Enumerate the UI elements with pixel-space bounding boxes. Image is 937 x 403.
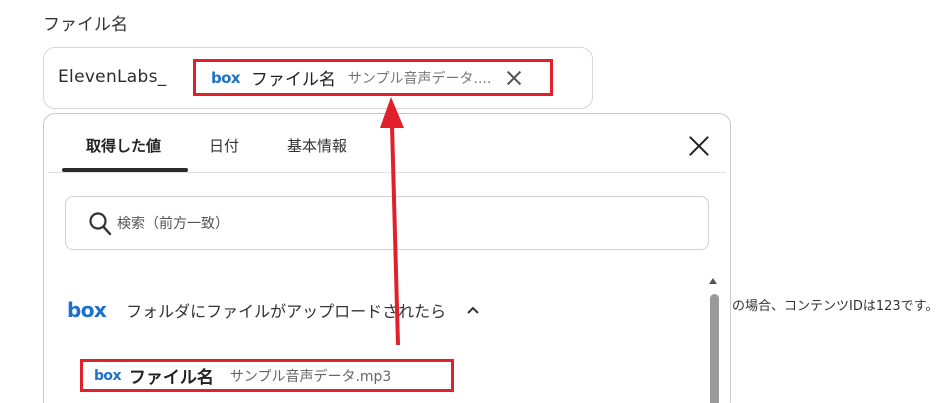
close-icon[interactable] bbox=[688, 135, 710, 157]
group-title: フォルダにファイルがアップロードされたら bbox=[126, 302, 447, 321]
token-value: サンプル音声データ.... bbox=[347, 70, 492, 87]
search-input[interactable]: 検索（前方一致） bbox=[65, 196, 709, 250]
input-prefix-text: ElevenLabs_ bbox=[58, 67, 167, 87]
tab-acquired-values[interactable]: 取得した値 bbox=[86, 135, 161, 156]
field-label: ファイル名 bbox=[43, 15, 128, 35]
search-icon bbox=[89, 212, 112, 236]
list-item[interactable]: box ファイル名 サンプル音声データ.mp3 bbox=[80, 359, 454, 392]
token-label: ファイル名 bbox=[250, 70, 336, 90]
value-picker-popup: 取得した値 日付 基本情報 検索（前方一致） box フォルダにファイルがアップ… bbox=[43, 113, 731, 403]
background-hint-text: の場合、コンテンツIDは123です。 bbox=[732, 299, 937, 314]
trigger-group-header[interactable]: box フォルダにファイルがアップロードされたら bbox=[67, 298, 480, 322]
file-name-token[interactable]: box ファイル名 サンプル音声データ.... bbox=[193, 59, 553, 96]
item-value: サンプル音声データ.mp3 bbox=[229, 368, 392, 385]
tab-date[interactable]: 日付 bbox=[209, 135, 239, 156]
box-logo: box bbox=[94, 367, 121, 384]
item-label: ファイル名 bbox=[128, 368, 214, 388]
tab-basic-info[interactable]: 基本情報 bbox=[287, 135, 347, 156]
search-placeholder: 検索（前方一致） bbox=[117, 216, 229, 232]
close-icon[interactable] bbox=[505, 69, 523, 87]
scrollbar-thumb[interactable] bbox=[710, 294, 719, 403]
box-logo: box bbox=[67, 298, 107, 322]
file-name-input[interactable]: ElevenLabs_ box ファイル名 サンプル音声データ.... bbox=[43, 47, 593, 109]
tabs-divider bbox=[48, 172, 726, 173]
box-logo: box bbox=[211, 68, 241, 87]
scroll-up-icon[interactable] bbox=[709, 278, 717, 284]
chevron-up-icon[interactable] bbox=[466, 303, 480, 317]
